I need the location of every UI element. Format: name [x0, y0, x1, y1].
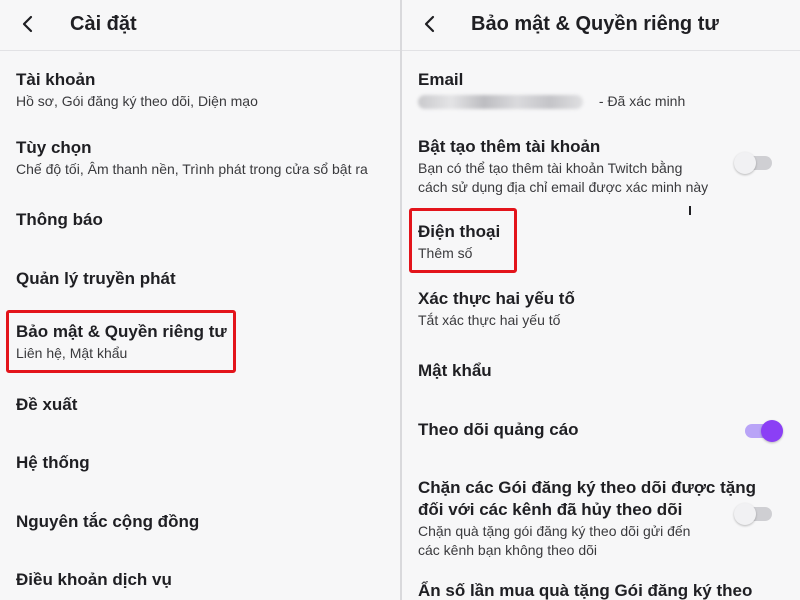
- block-gifts-toggle[interactable]: [734, 503, 772, 525]
- page-title: Cài đặt: [70, 13, 137, 35]
- settings-item-account[interactable]: Tài khoản Hồ sơ, Gói đăng ký theo dõi, D…: [16, 69, 390, 111]
- settings-item-system[interactable]: Hệ thống: [16, 452, 390, 474]
- phone-row[interactable]: Điện thoại Thêm số: [418, 221, 790, 263]
- password-title: Mật khẩu: [418, 361, 492, 380]
- toggle-knob: [734, 152, 756, 174]
- block-gifts-description-2: các kênh bạn không theo dõi: [418, 542, 598, 558]
- block-gifts-title-2: đối với các kênh đã hủy theo dõi: [418, 500, 683, 519]
- email-line: - Đã xác minh: [418, 92, 790, 111]
- item-title: Hệ thống: [16, 453, 90, 472]
- security-header: Bảo mật & Quyền riêng tư: [402, 0, 800, 51]
- hide-gift-count-title: Ẩn số lần mua quà tặng Gói đăng ký theo: [418, 581, 753, 600]
- multi-account-toggle[interactable]: [734, 152, 772, 174]
- email-row[interactable]: Email - Đã xác minh: [418, 69, 790, 111]
- item-title: Điều khoản dịch vụ: [16, 570, 172, 589]
- settings-screen: Cài đặt Tài khoản Hồ sơ, Gói đăng ký the…: [0, 0, 400, 600]
- settings-header: Cài đặt: [0, 0, 400, 51]
- chevron-left-icon: [22, 15, 33, 33]
- block-gifts-row: Chặn các Gói đăng ký theo dõi được tặng …: [418, 477, 756, 560]
- email-title: Email: [418, 70, 464, 89]
- toggle-knob: [734, 503, 756, 525]
- chevron-left-icon: [424, 15, 435, 33]
- phone-title: Điện thoại: [418, 222, 501, 241]
- block-gifts-title-1: Chặn các Gói đăng ký theo dõi được tặng: [418, 478, 756, 497]
- item-subtitle: Chế độ tối, Âm thanh nền, Trình phát tro…: [16, 161, 368, 177]
- toggle-knob: [761, 420, 783, 442]
- multi-account-description-2: cách sử dụng địa chỉ email được xác minh…: [418, 179, 709, 195]
- item-title: Tài khoản: [16, 70, 96, 89]
- security-privacy-screen: Bảo mật & Quyền riêng tư Email - Đã xác …: [402, 0, 800, 600]
- page-title: Bảo mật & Quyền riêng tư: [471, 13, 719, 35]
- email-address-redacted: [418, 95, 583, 110]
- email-verified-status: - Đã xác minh: [598, 93, 686, 109]
- item-title: Quản lý truyền phát: [16, 269, 176, 288]
- settings-item-recommendations[interactable]: Đề xuất: [16, 394, 390, 416]
- two-factor-title: Xác thực hai yếu tố: [418, 289, 575, 308]
- settings-item-notifications[interactable]: Thông báo: [16, 209, 390, 231]
- ad-tracking-title: Theo dõi quảng cáo: [418, 420, 579, 439]
- block-gifts-description-1: Chặn quà tặng gói đăng ký theo dõi gửi đ…: [418, 523, 691, 539]
- item-subtitle: Hồ sơ, Gói đăng ký theo dõi, Diện mạo: [16, 93, 258, 109]
- hide-gift-count-row: Ẩn số lần mua quà tặng Gói đăng ký theo: [418, 580, 790, 600]
- ad-tracking-toggle[interactable]: [745, 420, 783, 442]
- back-button[interactable]: [14, 10, 40, 38]
- ad-tracking-row: Theo dõi quảng cáo: [418, 419, 740, 441]
- phone-subtitle: Thêm số: [418, 245, 473, 261]
- item-title: Đề xuất: [16, 395, 78, 414]
- settings-item-terms-of-service[interactable]: Điều khoản dịch vụ: [16, 569, 390, 591]
- item-subtitle: Liên hệ, Mật khẩu: [16, 345, 128, 361]
- back-button[interactable]: [416, 10, 442, 38]
- settings-item-community-guidelines[interactable]: Nguyên tắc cộng đồng: [16, 511, 390, 533]
- multi-account-description-1: Bạn có thể tạo thêm tài khoản Twitch bằn…: [418, 160, 683, 176]
- item-title: Thông báo: [16, 210, 103, 229]
- item-title: Bảo mật & Quyền riêng tư: [16, 322, 227, 341]
- two-factor-subtitle: Tắt xác thực hai yếu tố: [418, 312, 561, 328]
- item-title: Nguyên tắc cộng đồng: [16, 512, 200, 531]
- text-cursor: [689, 206, 691, 215]
- two-factor-row[interactable]: Xác thực hai yếu tố Tắt xác thực hai yếu…: [418, 288, 790, 330]
- item-title: Tùy chọn: [16, 138, 92, 157]
- settings-item-stream-manager[interactable]: Quản lý truyền phát: [16, 268, 390, 290]
- screens: Cài đặt Tài khoản Hồ sơ, Gói đăng ký the…: [0, 0, 800, 600]
- multi-account-row: Bật tạo thêm tài khoản Bạn có thể tạo th…: [418, 136, 740, 197]
- password-row[interactable]: Mật khẩu: [418, 360, 790, 382]
- settings-item-preferences[interactable]: Tùy chọn Chế độ tối, Âm thanh nền, Trình…: [16, 137, 390, 179]
- settings-item-security-privacy[interactable]: Bảo mật & Quyền riêng tư Liên hệ, Mật kh…: [16, 321, 390, 363]
- multi-account-title: Bật tạo thêm tài khoản: [418, 137, 601, 156]
